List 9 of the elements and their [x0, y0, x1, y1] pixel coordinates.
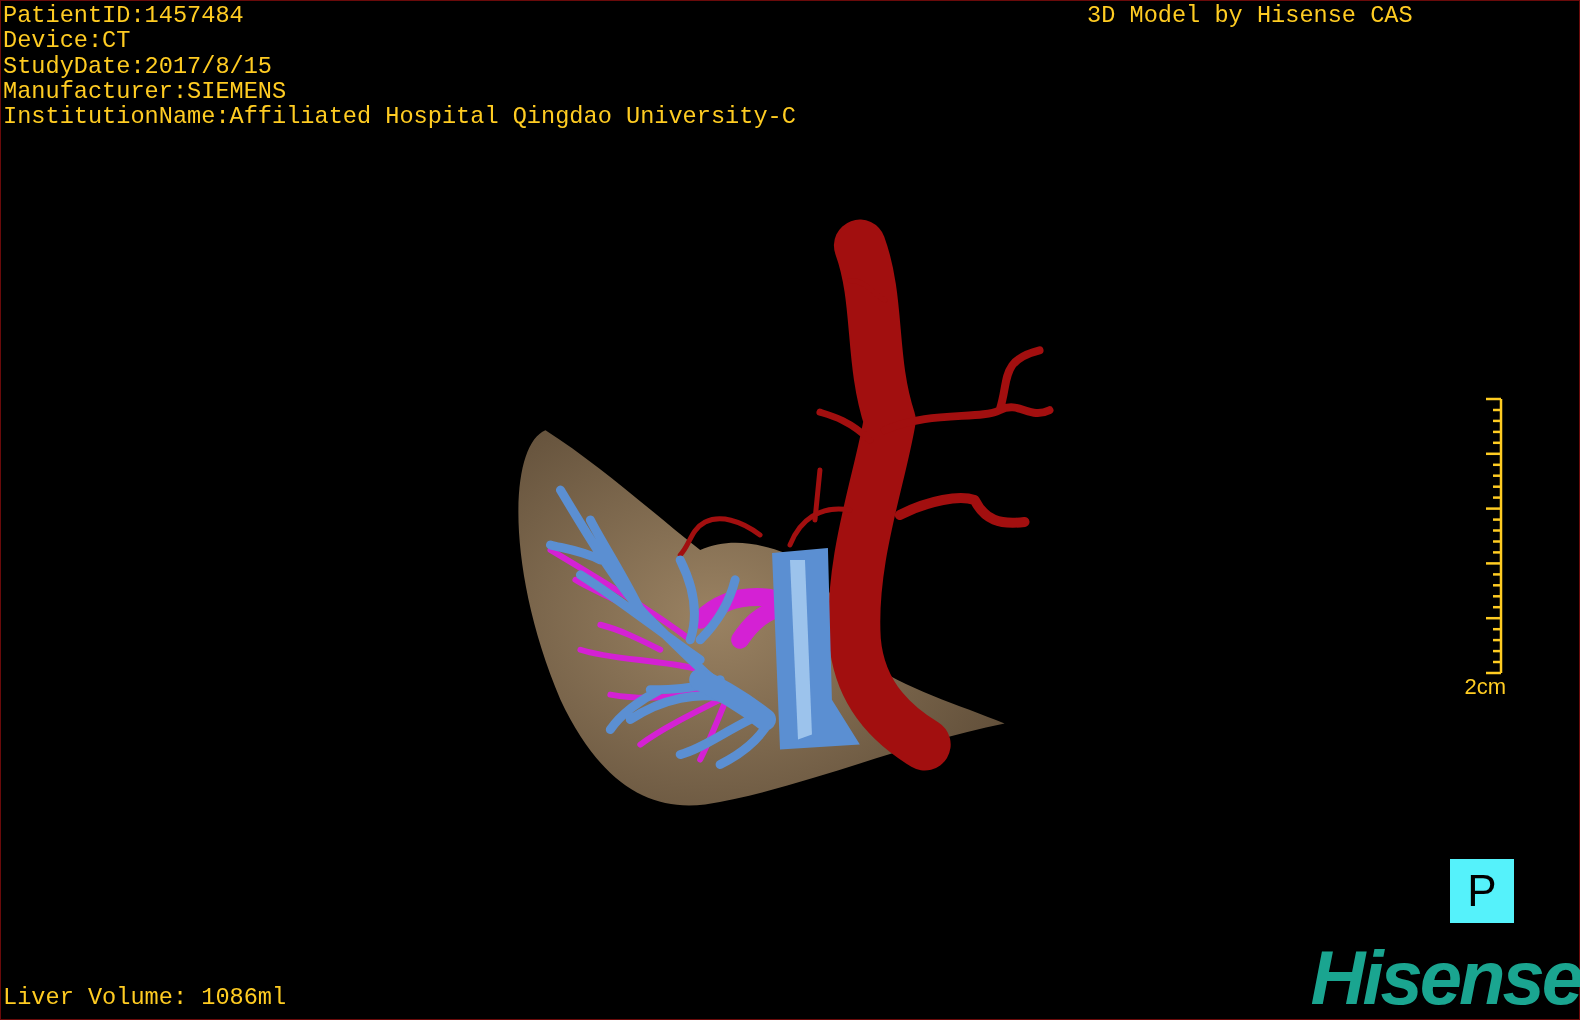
study-info-line: Manufacturer:SIEMENS [3, 78, 288, 105]
study-info-line: Device:CT [3, 28, 132, 54]
model-credit-text: 3D Model by Hisense CAS [1087, 3, 1413, 29]
study-info-line: InstitutionName:Affiliated Hospital Qingdao University-C [3, 104, 796, 130]
liver-volume-text: Liver Volume: 1086ml [3, 985, 287, 1010]
study-info-line: PatientID:1457484 [3, 3, 245, 29]
scale-label: 2cm [1464, 676, 1506, 698]
orientation-marker: P [1450, 859, 1514, 923]
study-info-line: StudyDate:2017/8/15 [3, 53, 273, 79]
